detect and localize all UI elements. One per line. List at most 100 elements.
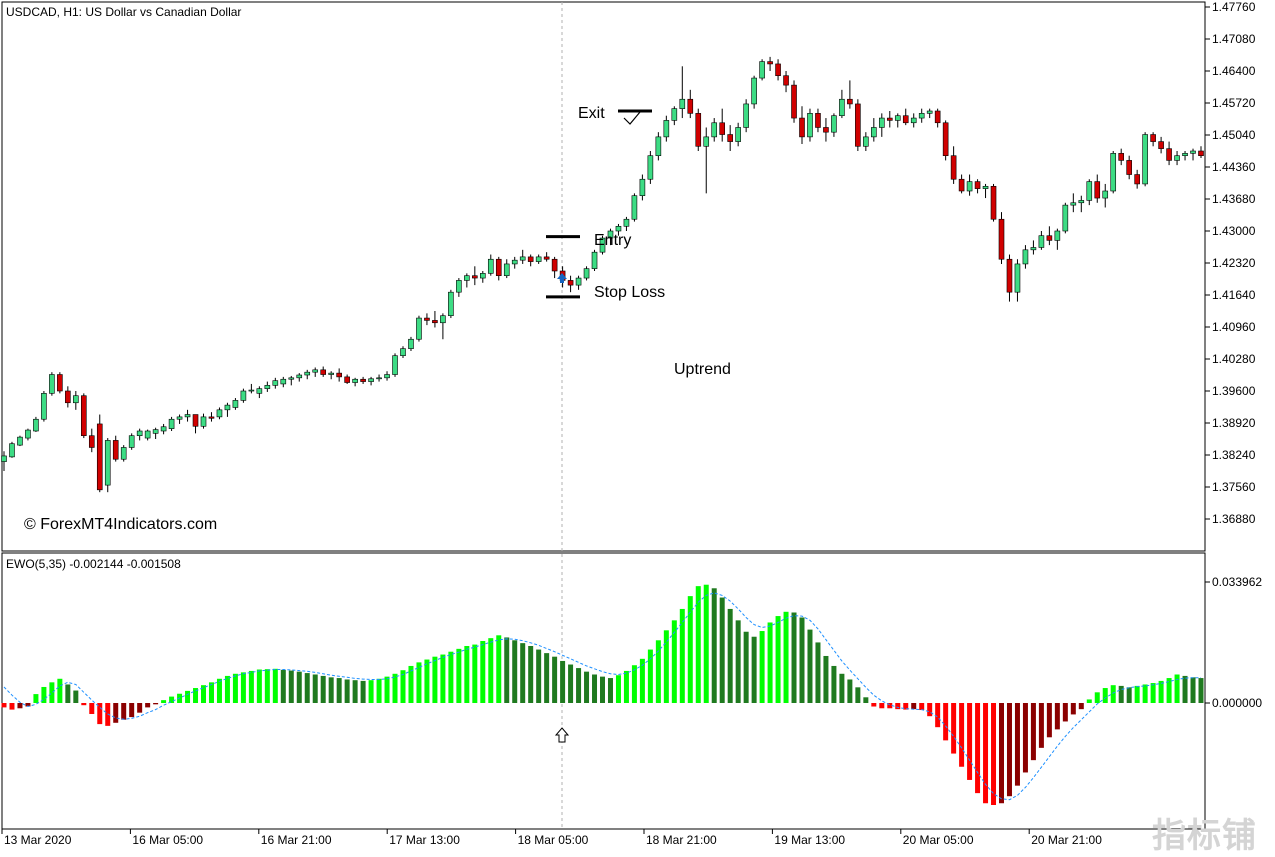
- ewo-bar: [464, 645, 470, 703]
- ewo-bar: [73, 690, 79, 703]
- exit-label: Exit: [578, 105, 605, 122]
- candle-body: [1134, 174, 1140, 185]
- candle-body: [1126, 160, 1132, 175]
- ewo-bar: [919, 703, 925, 711]
- ewo-bar: [703, 584, 709, 703]
- candle-body: [591, 251, 598, 269]
- ewo-bar: [839, 673, 845, 703]
- time-tick-label: 17 Mar 13:00: [389, 833, 460, 847]
- ewo-bar: [999, 703, 1004, 804]
- candle-body: [918, 113, 925, 119]
- candle-body: [264, 385, 271, 389]
- ewo-bar: [121, 703, 127, 720]
- ewo-bar: [384, 676, 390, 703]
- ewo-bar: [1046, 703, 1052, 738]
- price-tick-label: 1.47080: [1212, 32, 1256, 46]
- ewo-bar: [137, 703, 143, 713]
- ewo-signal-arrow-icon: [554, 727, 570, 743]
- price-tick-label: 1.37560: [1212, 480, 1256, 494]
- candle-body: [831, 115, 837, 133]
- candle-body: [974, 181, 981, 189]
- candle-body: [878, 117, 885, 128]
- candle-body: [871, 127, 877, 138]
- ewo-bar: [1126, 687, 1132, 703]
- ewo-bar: [352, 680, 358, 703]
- ewo-bar: [49, 682, 55, 703]
- ewo-bar: [791, 612, 797, 703]
- ewo-bar: [488, 638, 494, 703]
- candle-body: [982, 185, 989, 189]
- ewo-bar: [1086, 699, 1092, 703]
- price-tick-label: 1.40280: [1212, 352, 1256, 366]
- ewo-bar: [1, 703, 7, 708]
- candle-body: [128, 435, 135, 448]
- candle-body: [1046, 235, 1053, 241]
- ewo-bar: [663, 630, 669, 703]
- candle-body: [112, 440, 119, 460]
- candle-body: [424, 317, 430, 321]
- candle-body: [464, 275, 470, 281]
- ewo-bar: [544, 653, 550, 703]
- candle-body: [847, 98, 853, 105]
- candle-body: [368, 378, 374, 382]
- ewo-bar: [623, 670, 629, 703]
- ewo-bar: [248, 670, 254, 703]
- price-tick-label: 1.39600: [1212, 384, 1256, 398]
- candle-body: [695, 113, 702, 147]
- ewo-bar: [719, 597, 725, 703]
- candle-body: [942, 122, 949, 157]
- ewo-bar: [528, 645, 534, 703]
- ewo-bar: [823, 655, 829, 703]
- ewo-histogram: [1, 584, 1204, 805]
- ewo-bar: [951, 703, 957, 754]
- candle-body: [791, 84, 797, 119]
- candle-body: [296, 374, 303, 379]
- ewo-bar: [1182, 675, 1188, 703]
- price-tick-label: 1.43680: [1212, 192, 1256, 206]
- ewo-bar: [296, 671, 302, 703]
- ewo-bar: [991, 703, 997, 805]
- candle-body: [1102, 190, 1109, 199]
- ewo-bar: [911, 703, 917, 710]
- candle-body: [511, 259, 518, 265]
- ewo-bar: [145, 703, 151, 708]
- candle-body: [743, 103, 749, 128]
- ewo-bar: [655, 640, 661, 703]
- ewo-bar: [727, 608, 733, 703]
- candle-body: [1150, 134, 1156, 142]
- time-tick-label: 18 Mar 21:00: [646, 833, 717, 847]
- candle-body: [1006, 258, 1013, 293]
- candle-body: [1198, 150, 1204, 157]
- ewo-bar: [935, 703, 941, 728]
- time-tick-label: 13 Mar 2020: [4, 833, 72, 847]
- ewo-bar: [815, 642, 821, 703]
- candle-body: [751, 77, 757, 105]
- candle-body: [120, 447, 127, 460]
- ewo-label: EWO(5,35) -0.002144 -0.001508: [6, 557, 181, 571]
- ewo-bar: [224, 675, 230, 703]
- candle-body: [639, 178, 646, 197]
- candle-body: [479, 273, 486, 279]
- price-tick-label: 1.36880: [1212, 512, 1256, 526]
- ewo-bar: [983, 703, 989, 804]
- ewo-bar: [504, 637, 510, 703]
- candle-body: [1158, 141, 1164, 149]
- candle-body: [17, 436, 23, 446]
- candle-body: [304, 371, 311, 376]
- candle-body: [1038, 235, 1045, 248]
- candle-body: [567, 280, 574, 286]
- candle-body: [168, 418, 175, 429]
- candle-body: [152, 429, 159, 434]
- candle-body: [73, 395, 79, 404]
- candle-body: [855, 103, 861, 147]
- candle-body: [81, 395, 87, 437]
- candle-body: [272, 380, 279, 386]
- time-tick-label: 20 Mar 05:00: [903, 833, 974, 847]
- ewo-bar: [89, 703, 95, 714]
- ewo-bar: [1094, 692, 1100, 703]
- candle-body: [240, 390, 247, 401]
- candle-body: [775, 63, 781, 77]
- candle-body: [1014, 263, 1021, 293]
- ewo-bar: [440, 654, 446, 703]
- candle-body: [783, 75, 789, 86]
